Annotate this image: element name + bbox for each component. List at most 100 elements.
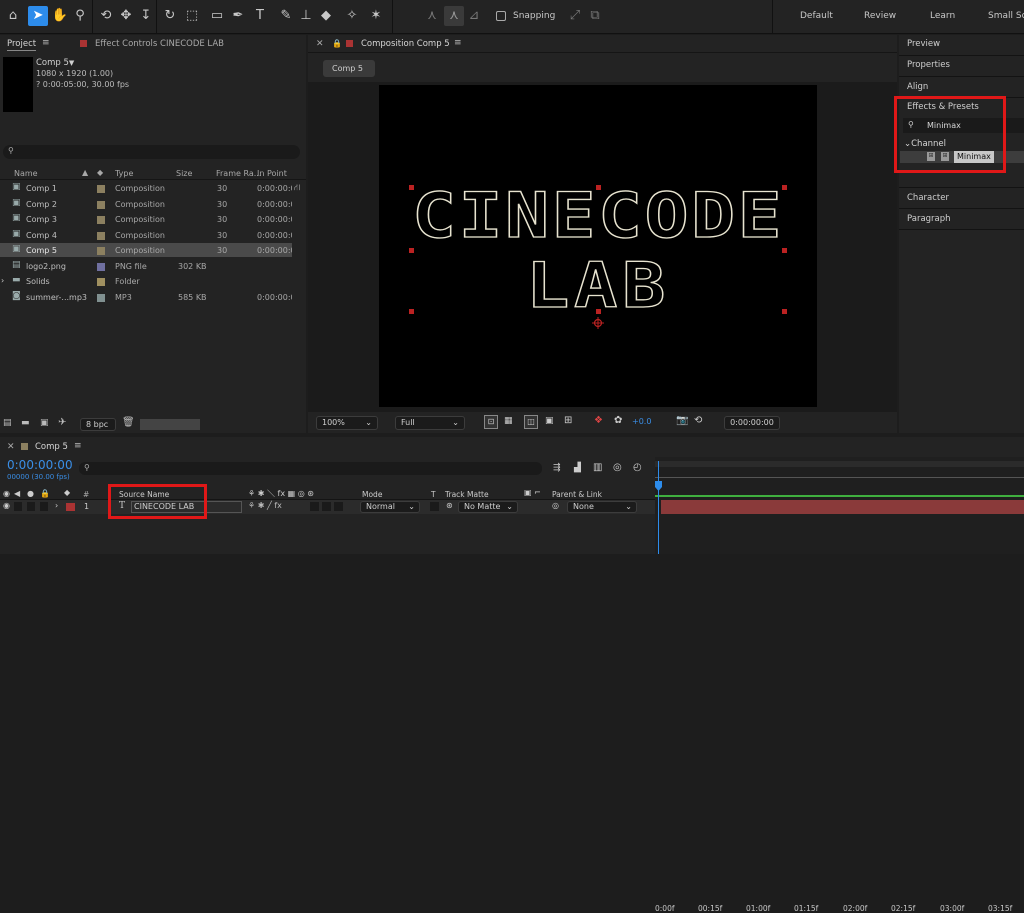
comp-info-name[interactable]: Comp 5▼	[36, 58, 74, 68]
column-mode[interactable]: Mode	[362, 490, 382, 499]
pick-whip-icon[interactable]: ◎	[552, 501, 559, 510]
snapshot-camera-icon[interactable]: 📷	[676, 415, 688, 426]
expand-arrow-icon[interactable]: ›	[1, 276, 4, 285]
label-color-swatch[interactable]	[97, 278, 105, 286]
resolution-select[interactable]: Full ⌄	[395, 416, 465, 430]
time-graph-area[interactable]	[655, 457, 1024, 554]
timeline-layer-row[interactable]: ◉ › 1 T CINECODE LAB ⚘ ✱ ╱ fx Normal ⌄ ⊛ …	[0, 500, 655, 514]
panel-menu-icon[interactable]: ≡	[42, 38, 50, 48]
timeline-current-time[interactable]: 0:00:00:00	[7, 458, 73, 472]
solo-switch-icon[interactable]: ●	[27, 489, 34, 498]
panel-character[interactable]: Character	[907, 193, 949, 203]
column-frame-rate[interactable]: Frame Ra...	[216, 169, 261, 178]
frame-blending-icon[interactable]: ◎	[613, 462, 622, 473]
selection-tool-icon[interactable]: ➤	[28, 6, 48, 26]
tab-timeline-comp[interactable]: Comp 5	[35, 442, 68, 452]
current-time-display[interactable]: 0:00:00:00	[724, 416, 780, 430]
mask-visibility-icon[interactable]: ◫	[524, 415, 538, 429]
workspace-default[interactable]: Default	[800, 11, 833, 21]
eraser-tool-icon[interactable]: ◆	[316, 6, 336, 26]
new-composition-icon[interactable]: ▣	[40, 418, 49, 428]
panel-menu-icon[interactable]: ≡	[454, 38, 462, 48]
show-snapshot-icon[interactable]: ⟲	[694, 415, 702, 426]
grid-guides-icon[interactable]: ⊞	[564, 415, 572, 426]
shy-layers-icon[interactable]: ▥	[593, 462, 602, 473]
snapping-checkbox[interactable]	[496, 11, 506, 21]
label-tag-icon[interactable]: ◆	[97, 168, 103, 177]
parent-select[interactable]: None ⌄	[567, 501, 637, 513]
type-tool-icon[interactable]: T	[250, 6, 270, 26]
switch-box[interactable]	[334, 502, 343, 511]
work-area-range[interactable]	[655, 495, 1024, 497]
axis-view-icon[interactable]: ⊿	[464, 6, 484, 26]
label-color-swatch[interactable]	[97, 231, 105, 240]
column-size[interactable]: Size	[176, 169, 192, 178]
label-color-swatch[interactable]	[97, 200, 105, 209]
switches-header-icons[interactable]: ⚘ ✱ ＼ fx ▦ ◎ ⊛	[248, 488, 314, 499]
trash-icon[interactable]: 🗑	[122, 417, 135, 428]
track-matte-select[interactable]: No Matte ⌄	[458, 501, 518, 513]
project-search-input[interactable]: ⚲	[3, 145, 300, 159]
chevron-down-icon[interactable]: ▼	[69, 59, 74, 67]
dolly-camera-icon[interactable]: ↧	[136, 6, 156, 26]
lock-icon[interactable]: 🔒	[332, 39, 342, 48]
panel-preview[interactable]: Preview	[907, 39, 940, 49]
column-type[interactable]: Type	[115, 169, 133, 178]
label-color-swatch[interactable]	[97, 262, 105, 271]
switch-box[interactable]	[310, 502, 319, 511]
panel-properties[interactable]: Properties	[907, 60, 950, 70]
layer-duration-bar[interactable]	[661, 500, 1024, 514]
video-switch-icon[interactable]: ◉	[3, 489, 10, 498]
preserve-transparency-toggle[interactable]	[430, 502, 439, 511]
column-in-point[interactable]: In Point	[257, 169, 287, 178]
project-item-row[interactable]: ▣ Comp 5 Composition 30 0:00:00:0	[0, 243, 292, 257]
layer-switches-icons[interactable]: ⚘ ✱ ╱ fx	[248, 501, 282, 510]
snap-edges-icon[interactable]: ⤢	[565, 6, 585, 26]
bpc-button[interactable]: 8 bpc	[80, 418, 116, 431]
pan-camera-icon[interactable]: ✥	[116, 6, 136, 26]
zoom-tool-icon[interactable]: ⚲	[70, 6, 90, 26]
project-scroll-thumb[interactable]	[140, 419, 200, 430]
switch-box[interactable]	[322, 502, 331, 511]
label-color-swatch[interactable]	[97, 293, 105, 302]
pen-tool-icon[interactable]: ✒	[228, 6, 248, 26]
panel-menu-icon[interactable]: ≡	[74, 441, 82, 451]
layer-label-color[interactable]	[66, 503, 75, 511]
column-track-matte[interactable]: Track Matte	[445, 490, 489, 499]
label-tag-icon[interactable]: ◆	[64, 488, 70, 497]
orbit-camera-icon[interactable]: ⟲	[96, 6, 116, 26]
tab-effect-controls[interactable]: Effect Controls CINECODE LAB	[95, 39, 224, 49]
panel-align[interactable]: Align	[907, 82, 928, 92]
motion-blur-icon[interactable]: ◴	[633, 462, 642, 473]
new-folder-icon[interactable]: ▬	[21, 418, 30, 428]
snap-features-icon[interactable]: ⧉	[585, 6, 605, 26]
close-tab-icon[interactable]: ✕	[316, 39, 324, 49]
text-layer-preview[interactable]: CINECODE LAB	[379, 85, 817, 407]
sort-arrow-icon[interactable]: ▲	[82, 168, 88, 177]
project-item-row[interactable]: ◙ summer-...mp3 MP3 585 KB 0:00:00:0	[0, 290, 292, 304]
viewer-area[interactable]: CINECODE LAB	[308, 82, 897, 412]
adjust-project-settings-icon[interactable]: ✈	[58, 417, 66, 428]
project-item-row[interactable]: ▣ Comp 3 Composition 30 0:00:00:0	[0, 212, 292, 226]
rectangle-tool-icon[interactable]: ▭	[207, 6, 227, 26]
tab-composition[interactable]: Composition Comp 5	[361, 39, 450, 49]
workspace-small-screen[interactable]: Small Sc	[988, 11, 1024, 21]
panel-paragraph[interactable]: Paragraph	[907, 214, 951, 224]
lock-switch-icon[interactable]: 🔒	[40, 489, 50, 498]
label-color-swatch[interactable]	[97, 185, 105, 193]
roto-brush-tool-icon[interactable]: ✧	[342, 6, 362, 26]
playhead-line[interactable]	[658, 461, 659, 554]
workspace-learn[interactable]: Learn	[930, 11, 955, 21]
project-item-row[interactable]: ▣ Comp 4 Composition 30 0:00:00:0	[0, 228, 292, 242]
exposure-value[interactable]: +0.0	[632, 417, 651, 426]
fast-previews-icon[interactable]: ⊡	[484, 415, 498, 429]
composition-mini-flowchart-icon[interactable]: ⇶	[553, 463, 561, 473]
axis-local-icon[interactable]: ⋏	[422, 6, 442, 26]
composition-canvas[interactable]: CINECODE LAB	[379, 85, 817, 407]
project-item-row[interactable]: ▣ Comp 1 Composition 30 0:00:00:0	[0, 181, 292, 195]
project-item-row[interactable]: › ▬ Solids Folder	[0, 274, 292, 288]
label-color-swatch[interactable]	[97, 216, 105, 224]
work-area-bar[interactable]	[655, 461, 1024, 467]
lock-toggle[interactable]	[40, 502, 48, 511]
hand-tool-icon[interactable]: ✋	[50, 6, 70, 26]
